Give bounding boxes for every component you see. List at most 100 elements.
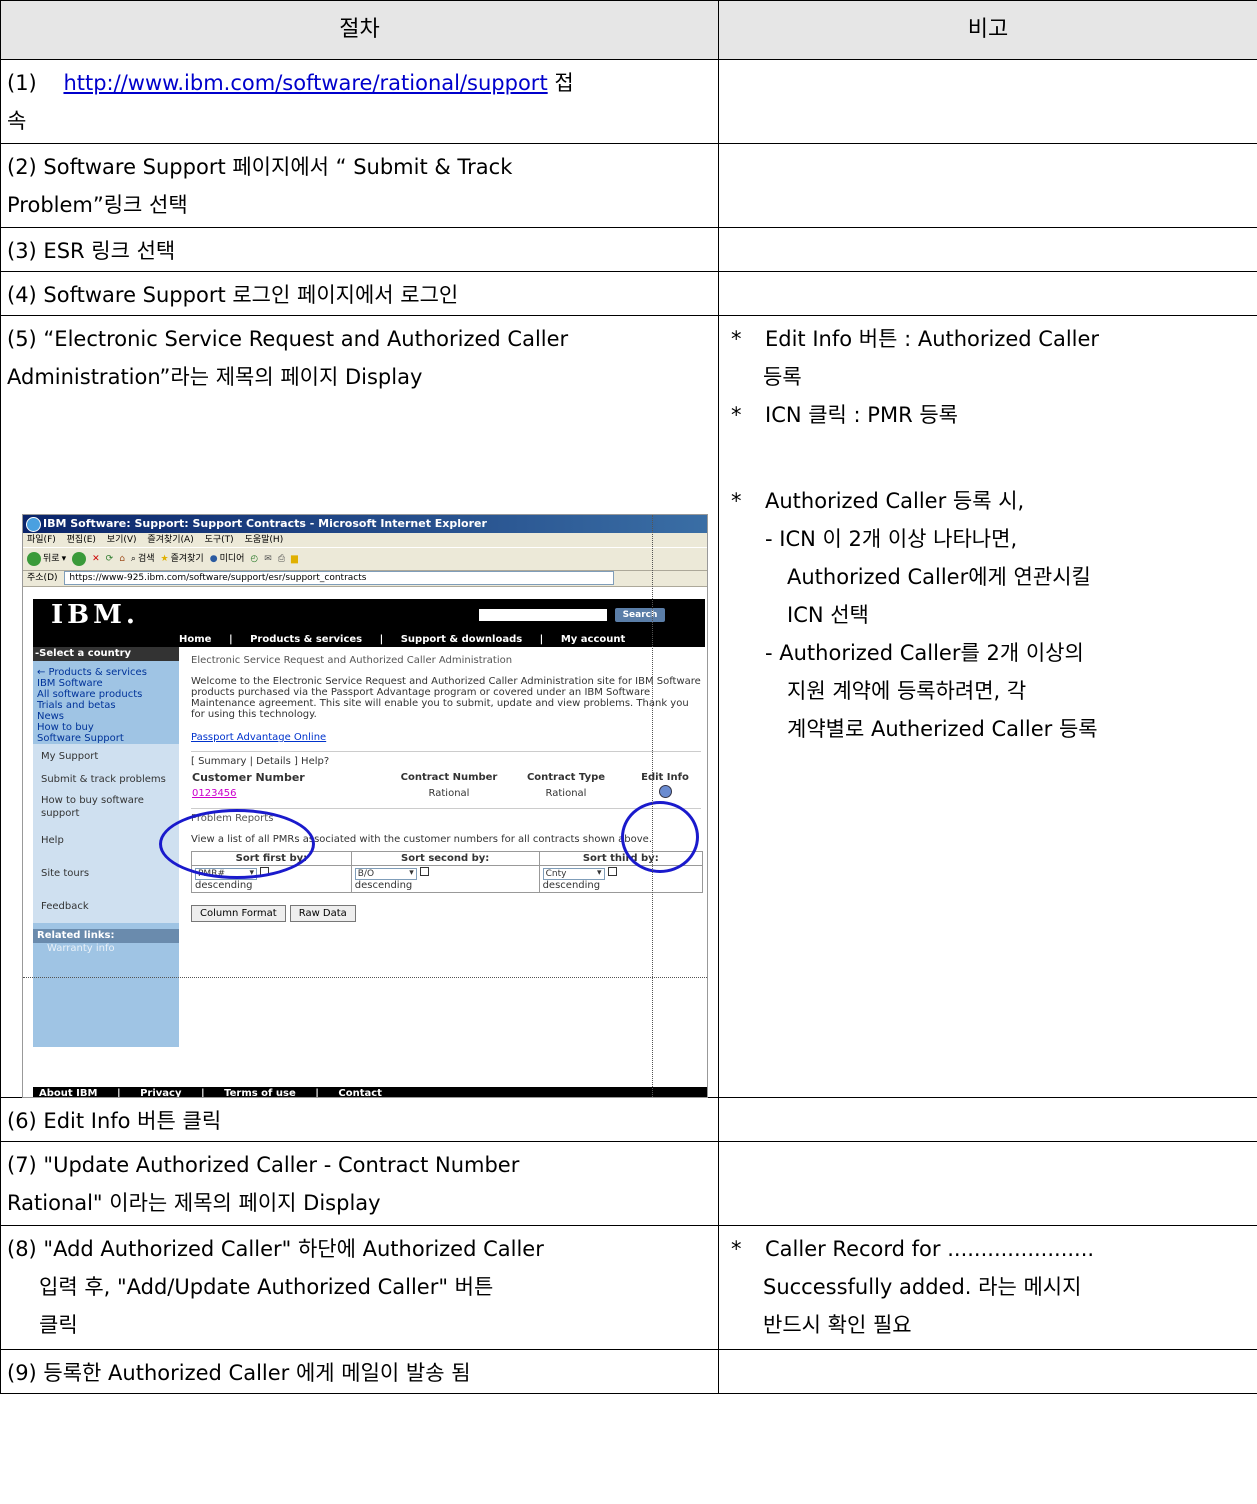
media-button[interactable]: ● 미디어	[210, 553, 245, 565]
side-trials[interactable]: Trials and betas	[33, 700, 179, 711]
address-bar: 주소(D) https://www-925.ibm.com/software/s…	[23, 571, 707, 587]
ibm-header: IBM. Search Home | Products & services |…	[33, 599, 705, 647]
select-country[interactable]: -Select a country	[33, 647, 179, 661]
forward-arrow-icon[interactable]	[72, 552, 87, 566]
note-6	[718, 1097, 1257, 1142]
customer-number-link[interactable]: 0123456	[192, 788, 237, 799]
side-ibm-software[interactable]: IBM Software	[33, 678, 179, 689]
sort2-checkbox[interactable]	[419, 867, 429, 876]
browser-screenshot: IBM Software: Support: Support Contracts…	[22, 514, 708, 1098]
warranty-link[interactable]: Warranty info	[33, 943, 179, 955]
page-content: Electronic Service Request and Authorize…	[191, 655, 704, 922]
step-1: (1) http://www.ibm.com/software/rational…	[0, 59, 719, 144]
menu-bar: 파일(F) 편집(E) 보기(V) 즐겨찾기(A) 도구(T) 도움말(H)	[23, 533, 707, 547]
note-9	[718, 1349, 1257, 1394]
ibm-logo[interactable]: IBM.	[51, 602, 139, 628]
side-news[interactable]: News	[33, 711, 179, 722]
address-input[interactable]: https://www-925.ibm.com/software/support…	[64, 571, 615, 585]
print-icon[interactable]: ⎙	[278, 553, 285, 565]
edit-info-highlight	[621, 801, 699, 873]
edit-info-button[interactable]	[658, 785, 672, 798]
home-icon[interactable]: ⌂	[119, 553, 125, 565]
step-2: (2) Software Support 페이지에서 “ Submit & Tr…	[0, 143, 719, 228]
content-heading: Electronic Service Request and Authorize…	[191, 655, 513, 666]
footer-contact[interactable]: Contact	[338, 1088, 382, 1097]
page-footer: About IBM | Privacy | Terms of use | Con…	[33, 1087, 707, 1097]
guide-line-horizontal	[23, 977, 707, 978]
menu-favorites[interactable]: 즐겨찾기(A)	[147, 535, 193, 545]
side-my-support[interactable]: My Support	[33, 744, 179, 769]
footer-privacy[interactable]: Privacy	[140, 1088, 181, 1097]
search-button[interactable]: ⌕ 검색	[131, 553, 155, 565]
nav-account[interactable]: My account	[561, 634, 625, 645]
nav-products[interactable]: Products & services	[250, 634, 362, 645]
footer-terms[interactable]: Terms of use	[224, 1088, 296, 1097]
side-site-tours[interactable]: Site tours	[33, 857, 179, 890]
side-products[interactable]: ← Products & services	[33, 667, 179, 678]
back-button[interactable]: 뒤로 ▾	[27, 552, 66, 566]
menu-help[interactable]: 도움말(H)	[245, 535, 284, 545]
col-contract-number: Contract Number	[400, 772, 498, 783]
menu-edit[interactable]: 편집(E)	[67, 535, 96, 545]
side-all-software[interactable]: All software products	[33, 689, 179, 700]
footer-about[interactable]: About IBM	[39, 1088, 97, 1097]
site-search-input[interactable]	[479, 609, 607, 621]
nav-home[interactable]: Home	[179, 634, 211, 645]
header-remarks: 비고	[718, 0, 1257, 60]
note-4	[718, 271, 1257, 316]
menu-view[interactable]: 보기(V)	[107, 535, 137, 545]
col-contract-type: Contract Type	[526, 772, 606, 783]
left-nav: -Select a country ← Products & services …	[33, 647, 179, 1047]
favorites-button[interactable]: ★ 즐겨찾기	[161, 553, 204, 565]
step-4: (4) Software Support 로그인 페이지에서 로그인	[0, 271, 719, 316]
folder-icon[interactable]: ▆	[291, 553, 298, 565]
menu-tools[interactable]: 도구(T)	[205, 535, 234, 545]
site-search-button[interactable]: Search	[615, 608, 665, 622]
welcome-text: Welcome to the Electronic Service Reques…	[191, 676, 701, 720]
media-icon: ●	[209, 554, 218, 564]
history-icon[interactable]: ◴	[250, 553, 258, 565]
menu-file[interactable]: 파일(F)	[27, 535, 56, 545]
top-nav: Home | Products & services | Support & d…	[179, 634, 626, 645]
note-5: * Edit Info 버튼 : Authorized Caller 등록 * IC…	[718, 315, 1257, 1098]
side-software-support[interactable]: Software Support	[33, 733, 179, 744]
side-how-to-buy[interactable]: How to buy	[33, 722, 179, 733]
customer-number-highlight	[159, 809, 315, 879]
col-edit-info: Edit Info	[641, 772, 689, 783]
side-submit-track[interactable]: Submit & track problems	[33, 769, 179, 790]
note-1	[718, 59, 1257, 144]
step-9: (9) 등록한 Authorized Caller 에게 메일이 발송 됨	[0, 1349, 719, 1394]
back-arrow-icon	[27, 552, 41, 566]
note-8: * Caller Record for .....................…	[718, 1225, 1257, 1350]
ibm-support-link[interactable]: http://www.ibm.com/software/rational/sup…	[63, 71, 547, 95]
stop-icon[interactable]: ✕	[92, 553, 100, 565]
mail-icon[interactable]: ✉	[264, 553, 272, 565]
raw-data-button[interactable]: Raw Data	[289, 905, 356, 922]
ibm-page: IBM. Search Home | Products & services |…	[33, 599, 707, 1097]
passport-advantage-link[interactable]: Passport Advantage Online	[191, 732, 326, 743]
search-icon: ⌕	[130, 554, 136, 564]
step-8: (8) "Add Authorized Caller" 하단에 Authoriz…	[0, 1225, 719, 1350]
sort3-checkbox[interactable]	[607, 867, 617, 876]
note-7	[718, 1141, 1257, 1226]
summary-links[interactable]: [ Summary | Details ] Help?	[191, 751, 701, 767]
contract-type-value: Rational	[545, 787, 587, 799]
note-2	[718, 143, 1257, 228]
star-icon: ★	[160, 554, 169, 564]
sort2-select[interactable]: B/O	[354, 868, 417, 880]
related-links: Related links:	[33, 929, 179, 943]
guide-line-vertical	[652, 515, 653, 1097]
side-buy-support[interactable]: How to buy software support	[33, 790, 179, 824]
column-format-button[interactable]: Column Format	[191, 905, 286, 922]
note-3	[718, 227, 1257, 272]
step-6: (6) Edit Info 버튼 클릭	[0, 1097, 719, 1142]
side-feedback[interactable]: Feedback	[33, 890, 179, 923]
side-help[interactable]: Help	[33, 824, 179, 857]
nav-support[interactable]: Support & downloads	[401, 634, 522, 645]
step-7: (7) "Update Authorized Caller - Contract…	[0, 1141, 719, 1226]
step-3: (3) ESR 링크 선택	[0, 227, 719, 272]
refresh-icon[interactable]: ⟳	[106, 553, 114, 565]
sort3-select[interactable]: Cnty	[542, 868, 605, 880]
contract-number-value: Rational	[428, 787, 470, 799]
browser-toolbar: 뒤로 ▾ ✕ ⟳ ⌂ ⌕ 검색 ★ 즐겨찾기 ● 미디어 ◴ ✉ ⎙ ▆	[23, 547, 707, 571]
